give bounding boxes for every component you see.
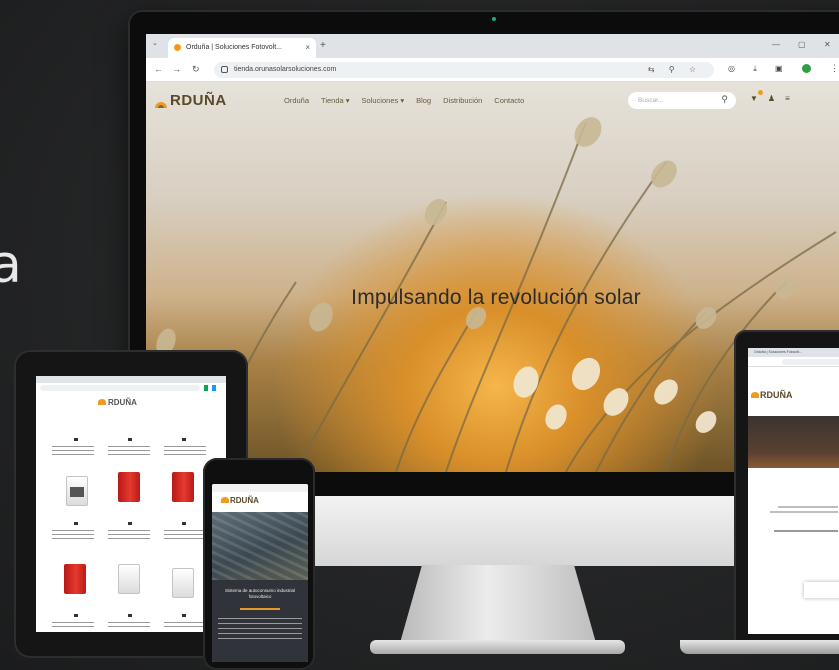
monitor-stand xyxy=(398,565,598,650)
product-title[interactable] xyxy=(52,622,94,628)
product-title[interactable] xyxy=(108,446,150,456)
search-icon[interactable]: ⚲ xyxy=(721,94,728,105)
tablet-toolbar-icons xyxy=(204,385,224,391)
phone-site-logo: RDUÑA xyxy=(221,496,259,505)
omnibox-action-icons[interactable]: ⇆ ⚲ ☆ xyxy=(648,65,702,74)
product-icon xyxy=(74,522,78,525)
browser-addressbar: ← → ↻ tienda.orunasolarsoluciones.com ⇆ … xyxy=(146,58,839,82)
plus-icon[interactable]: + xyxy=(320,40,326,51)
laptop-addressbar xyxy=(748,357,839,367)
menu-dots-icon[interactable]: ⋮ xyxy=(830,63,839,74)
window-close-icon[interactable]: ✕ xyxy=(824,40,831,49)
product-title[interactable] xyxy=(52,530,94,540)
phone-hero-title: Sistema de autoconsumo industrial fotovo… xyxy=(224,588,296,599)
profile-avatar[interactable] xyxy=(802,64,811,73)
laptop-tab-title: Orduña | Soluciones Fotovolt... xyxy=(754,350,802,354)
site-search-input[interactable]: Buscar... ⚲ xyxy=(628,92,736,109)
chevron-right-icon[interactable]: → xyxy=(172,64,181,74)
menu-item-contacto[interactable]: Contacto xyxy=(494,96,524,105)
laptop-text-line xyxy=(770,511,838,513)
product-icon xyxy=(182,614,186,617)
menu-item-distribucion[interactable]: Distribución xyxy=(443,96,482,105)
cart-user-icons[interactable]: ▼♟≡ xyxy=(750,94,800,103)
tablet-addressbar xyxy=(40,385,200,391)
laptop-cookie-badge[interactable] xyxy=(804,582,839,598)
product-icon xyxy=(182,522,186,525)
product-icon xyxy=(182,438,186,441)
camera-dot xyxy=(492,17,496,21)
browser-tab[interactable]: Orduña | Soluciones Fotovolt... × xyxy=(168,38,316,58)
menu-item-tienda[interactable]: Tienda ▾ xyxy=(321,96,350,105)
reload-icon[interactable]: ↻ xyxy=(192,64,200,75)
product-image-inverter-red[interactable] xyxy=(64,564,86,594)
product-title[interactable] xyxy=(108,622,150,628)
logo-sun-icon xyxy=(155,102,167,108)
extension-icons[interactable]: ◎ ⤓ ▣ xyxy=(728,64,791,74)
laptop-hero-image xyxy=(748,416,839,468)
browser-tabbar: ⌄ Orduña | Soluciones Fotovolt... × + — … xyxy=(146,34,839,58)
product-image-inverter-white[interactable] xyxy=(172,568,194,598)
menu-item-blog[interactable]: Blog xyxy=(416,96,431,105)
laptop-text-line xyxy=(774,530,838,532)
product-title[interactable] xyxy=(164,622,206,628)
product-icon xyxy=(74,614,78,617)
favicon-icon xyxy=(174,44,181,51)
chevron-left-icon[interactable]: ← xyxy=(154,64,163,74)
tab-title: Orduña | Soluciones Fotovolt... xyxy=(186,44,282,51)
product-icon xyxy=(128,438,132,441)
menu-item-orduna[interactable]: Orduña xyxy=(284,96,309,105)
product-image-inverter-red[interactable] xyxy=(172,472,194,502)
tab-search-icon[interactable]: ⌄ xyxy=(152,39,158,47)
phone-body-text xyxy=(218,618,302,642)
site-menu: Orduña Tienda ▾ Soluciones ▾ Blog Distri… xyxy=(284,96,524,105)
lock-icon xyxy=(221,66,228,73)
laptop-screen: Orduña | Soluciones Fotovolt... RDUÑA xyxy=(748,348,839,634)
close-icon[interactable]: × xyxy=(305,43,310,52)
phone-hero-photo xyxy=(212,512,308,580)
monitor-base xyxy=(370,640,625,654)
phone-screen: RDUÑA Sistema de autoconsumo industrial … xyxy=(212,484,308,662)
minimize-icon[interactable]: — xyxy=(772,40,780,49)
laptop-browser-tab: Orduña | Soluciones Fotovolt... xyxy=(748,348,839,357)
cropped-heading-letter: a xyxy=(0,235,22,295)
tablet-tabbar xyxy=(36,376,226,383)
tablet-screen: RDUÑA xyxy=(36,376,226,632)
hero-title: Impulsando la revolución solar xyxy=(351,286,641,309)
menu-item-soluciones[interactable]: Soluciones ▾ xyxy=(362,96,405,105)
product-image-inverter-white[interactable] xyxy=(66,476,88,506)
laptop-text-line xyxy=(778,506,838,508)
product-title[interactable] xyxy=(164,446,206,456)
product-title[interactable] xyxy=(164,530,206,540)
tablet-site-logo: RDUÑA xyxy=(98,398,137,407)
product-icon xyxy=(74,438,78,441)
product-icon xyxy=(128,614,132,617)
maximize-icon[interactable]: ▢ xyxy=(798,40,806,49)
product-image-inverter-red[interactable] xyxy=(118,472,140,502)
site-navbar: RDUÑA Orduña Tienda ▾ Soluciones ▾ Blog … xyxy=(146,82,839,118)
laptop-base xyxy=(680,640,839,654)
search-placeholder: Buscar... xyxy=(638,97,664,104)
product-image-inverter-white[interactable] xyxy=(118,564,140,594)
phone-accent-line xyxy=(240,608,280,610)
product-title[interactable] xyxy=(52,446,94,456)
site-logo[interactable]: RDUÑA xyxy=(170,92,227,109)
product-title[interactable] xyxy=(108,530,150,540)
product-icon xyxy=(128,522,132,525)
url-field[interactable]: tienda.orunasolarsoluciones.com ⇆ ⚲ ☆ xyxy=(214,62,714,78)
url-text: tienda.orunasolarsoluciones.com xyxy=(234,66,337,73)
phone-statusbar xyxy=(212,484,308,492)
laptop-site-logo: RDUÑA xyxy=(751,390,793,400)
